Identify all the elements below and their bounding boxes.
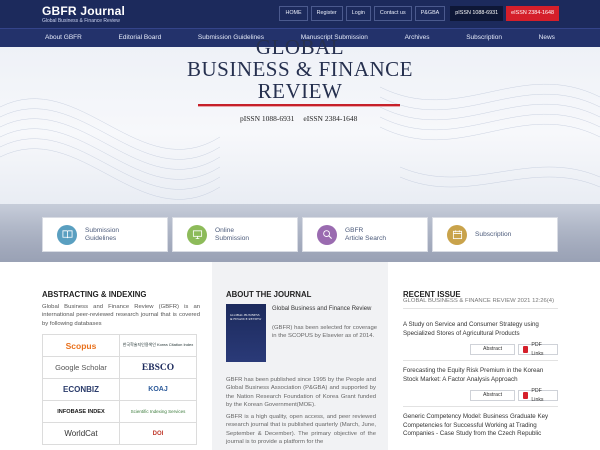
econbiz-logo[interactable]: ECONBIZ xyxy=(43,379,120,401)
contact-link[interactable]: Contact us xyxy=(373,6,412,21)
kci-logo[interactable]: 한국학술지인용색인 Korea Citation Index xyxy=(120,335,197,357)
doi-logo[interactable]: DOI xyxy=(120,423,197,445)
logo-title: GBFR Journal xyxy=(42,4,126,18)
quick-label: Guidelines xyxy=(85,234,117,242)
article-actions-1: Abstract PDF Links xyxy=(470,342,558,357)
article-actions-2: Abstract PDF Links xyxy=(470,388,558,403)
quick-label: Article Search xyxy=(345,234,387,242)
article-title-1[interactable]: A Study on Service and Consumer Strategy… xyxy=(403,321,555,338)
top-bar: GBFR Journal Global Business & Finance R… xyxy=(0,0,600,28)
koaj-logo[interactable]: KOAJ xyxy=(120,379,197,401)
quick-label: Submission xyxy=(215,234,250,242)
divider xyxy=(403,308,558,309)
journal-cover[interactable]: GLOBAL BUSINESS & FINANCE REVIEW xyxy=(226,304,266,362)
calendar-icon xyxy=(447,224,467,245)
search-icon xyxy=(317,224,337,245)
pgba-link[interactable]: P&GBA xyxy=(414,6,446,21)
quick-article-search[interactable]: GBFR Article Search xyxy=(302,217,428,252)
hero-title-line3: REVIEW xyxy=(257,79,343,103)
journal-name: Global Business and Finance Review xyxy=(272,306,372,312)
quick-label: Submission xyxy=(85,226,120,234)
ebsco-logo[interactable]: EBSCO xyxy=(120,357,197,379)
pdf-label: PDF Links xyxy=(531,341,544,357)
login-link[interactable]: Login xyxy=(345,6,371,21)
abstracting-text: Global Business and Finance Review (GBFR… xyxy=(42,304,200,327)
sis-logo[interactable]: Scientific Indexing Services xyxy=(120,401,197,423)
cover-title: GLOBAL BUSINESS & FINANCE REVIEW xyxy=(230,313,262,321)
pdf-icon xyxy=(523,392,529,399)
hero-divider-shadow xyxy=(198,106,400,107)
logo[interactable]: GBFR Journal Global Business & Finance R… xyxy=(42,4,125,24)
pissn-badge: pISSN 1088-6931 xyxy=(450,6,504,21)
logo-subtitle: Global Business & Finance Review xyxy=(42,18,120,24)
about-paragraph-2: GBFR has been published since 1995 by th… xyxy=(226,377,376,408)
index-logo-grid: Scopus 한국학술지인용색인 Korea Citation Index Go… xyxy=(42,334,197,445)
utility-links: HOME Register Login Contact us P&GBA pIS… xyxy=(279,6,559,21)
monitor-icon xyxy=(187,224,207,245)
quick-online-submission[interactable]: Online Submission xyxy=(172,217,298,252)
hero-pissn: pISSN 1088-6931 xyxy=(240,114,295,123)
pdf-icon xyxy=(523,346,529,353)
hero-issn: pISSN 1088-6931 eISSN 2384-1648 xyxy=(240,114,357,123)
recent-issue-subtitle: GLOBAL BUSINESS & FINANCE REVIEW 2021 12… xyxy=(403,298,555,304)
infobase-index-logo[interactable]: INFOBASE INDEX xyxy=(43,401,120,423)
eissn-badge: eISSN 2384-1648 xyxy=(506,6,559,21)
about-heading: ABOUT THE JOURNAL xyxy=(226,290,312,299)
quick-label: GBFR xyxy=(345,226,364,234)
pdf-links-button[interactable]: PDF Links xyxy=(518,342,558,357)
hero-eissn: eISSN 2384-1648 xyxy=(303,114,358,123)
abstract-button[interactable]: Abstract xyxy=(470,344,515,355)
home-link[interactable]: HOME xyxy=(279,6,308,21)
article-title-3[interactable]: Generic Competency Model: Business Gradu… xyxy=(403,413,555,439)
abstract-button[interactable]: Abstract xyxy=(470,390,515,401)
about-paragraph-3: GBFR is a high quality, open access, and… xyxy=(226,414,376,445)
quick-subscription[interactable]: Subscription xyxy=(432,217,558,252)
divider xyxy=(403,406,558,407)
quick-label: Online xyxy=(215,226,235,234)
pdf-label: PDF Links xyxy=(531,387,544,403)
abstracting-heading: ABSTRACTING & INDEXING xyxy=(42,290,147,299)
google-scholar-logo[interactable]: Google Scholar xyxy=(43,357,120,379)
scopus-logo[interactable]: Scopus xyxy=(43,335,120,357)
article-title-2[interactable]: Forecasting the Equity Risk Premium in t… xyxy=(403,367,555,384)
about-paragraph-1: (GBFR) has been selected for coverage in… xyxy=(272,325,377,340)
divider xyxy=(403,360,558,361)
pdf-links-button[interactable]: PDF Links xyxy=(518,388,558,403)
worldcat-logo[interactable]: WorldCat xyxy=(43,423,120,445)
quick-label: Subscription xyxy=(475,230,512,238)
register-link[interactable]: Register xyxy=(310,6,343,21)
quick-submission-guidelines[interactable]: Submission Guidelines xyxy=(42,217,168,252)
book-icon xyxy=(57,224,77,245)
